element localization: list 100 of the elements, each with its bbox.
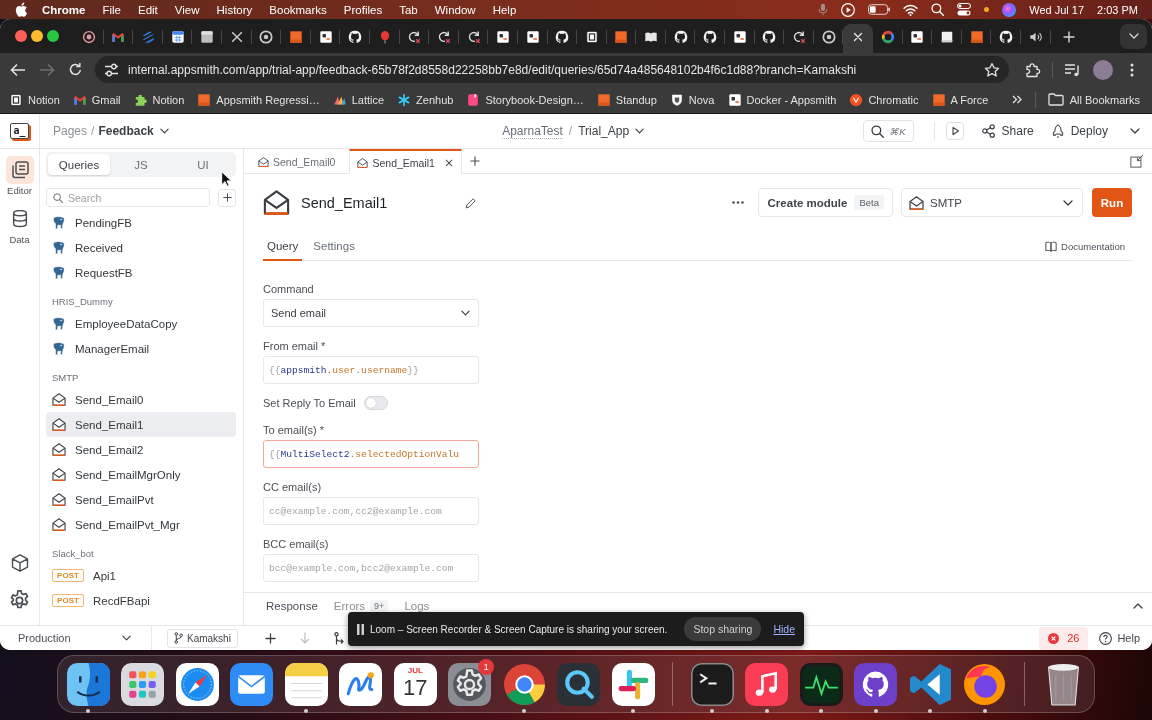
query-item[interactable]: ManagerEmail <box>46 336 236 361</box>
bookmark-item[interactable]: Nova <box>669 92 715 107</box>
address-bar[interactable]: internal.appsmith.com/app/trial-app/feedback-65b78f2d8558d22258bb7e8d/edit/queries/65d74a485648102b4f6c1d88?branch=Kamakshi <box>95 56 1009 83</box>
page-icon[interactable] <box>200 29 215 44</box>
menu-item[interactable]: Help <box>492 3 517 16</box>
editor-subtab[interactable]: Settings <box>309 232 359 261</box>
menu-item[interactable]: View <box>174 3 200 16</box>
query-item[interactable]: POST Api1 <box>46 563 236 588</box>
color-ring-icon[interactable] <box>502 662 546 706</box>
bookmark-item[interactable]: Standup <box>596 92 657 107</box>
bookmark-item[interactable]: Gmail <box>72 92 121 107</box>
tile-icon[interactable] <box>525 29 540 44</box>
plus-icon[interactable] <box>264 632 276 644</box>
run-button[interactable]: Run <box>1092 188 1132 217</box>
cube-icon[interactable] <box>9 553 30 573</box>
query-item[interactable]: POST RecdFBapi <box>46 588 236 613</box>
create-module-button[interactable]: Create module Beta <box>757 188 893 217</box>
star-icon[interactable] <box>984 61 1000 78</box>
query-item[interactable]: Send_Email0 <box>46 387 236 412</box>
squiggle-icon[interactable] <box>339 662 383 706</box>
reload-error-icon[interactable] <box>792 29 807 44</box>
battery-icon[interactable] <box>868 4 891 15</box>
ring-icon[interactable] <box>821 29 836 44</box>
pencil-icon[interactable] <box>465 196 477 209</box>
menu-item[interactable]: File <box>102 3 121 16</box>
chevron-down-icon[interactable] <box>1130 128 1140 134</box>
pulse-graph-icon[interactable] <box>799 662 843 706</box>
help-button[interactable]: Help <box>1099 631 1140 645</box>
text-input-field[interactable]: cc@example.com,cc2@example.com <box>263 497 479 525</box>
music-note-icon[interactable] <box>745 662 789 706</box>
query-item[interactable]: Send_EmailPvt_Mgr <box>46 512 236 537</box>
merge-icon[interactable] <box>333 631 345 645</box>
puzzle-icon[interactable] <box>1025 61 1041 78</box>
play-circle-icon[interactable] <box>841 2 856 17</box>
avatar[interactable] <box>1093 59 1113 80</box>
cat-icon[interactable] <box>762 29 777 44</box>
square-icon[interactable] <box>614 29 629 44</box>
share-button[interactable]: Share <box>981 124 1034 138</box>
play-icon[interactable] <box>945 122 964 140</box>
documentation-link[interactable]: Documentation <box>1045 232 1132 260</box>
segment-tab[interactable]: JS <box>110 154 172 175</box>
cat-icon[interactable] <box>999 29 1014 44</box>
reload-error-icon[interactable] <box>407 29 422 44</box>
bookmark-item[interactable]: Chromatic <box>849 92 919 107</box>
menu-item[interactable]: Profiles <box>343 3 383 16</box>
stripes-icon[interactable] <box>141 29 155 44</box>
chevron-up-icon[interactable] <box>1133 603 1143 609</box>
select-field[interactable]: Send email <box>263 299 479 327</box>
cat-icon[interactable] <box>703 29 718 44</box>
window-zoom-icon[interactable] <box>47 30 59 42</box>
code-input-field[interactable]: {{appsmith.user.username}} <box>263 356 479 384</box>
app-logo[interactable]: a_ <box>10 123 29 139</box>
trash-icon[interactable] <box>1048 662 1080 706</box>
magnifier-icon[interactable] <box>557 662 601 706</box>
calendar-tile[interactable]: JUL 17 <box>393 662 437 706</box>
branch-button[interactable]: Kamakshi <box>167 628 238 648</box>
menu-item[interactable]: Window <box>434 3 476 16</box>
reload-icon[interactable] <box>68 62 83 77</box>
query-item[interactable]: Send_EmailPvt <box>46 487 236 512</box>
hash-icon[interactable] <box>611 662 655 706</box>
tile-icon[interactable] <box>496 29 511 44</box>
square-icon[interactable] <box>969 29 984 44</box>
environment-select[interactable]: Production <box>0 626 152 650</box>
query-item[interactable]: Send_EmailMgrOnly <box>46 462 236 487</box>
cat-icon[interactable] <box>555 29 570 44</box>
workspace-link[interactable]: AparnaTest <box>502 123 563 139</box>
terminal-icon[interactable] <box>690 662 734 706</box>
stop-sharing-button[interactable]: Stop sharing <box>684 617 762 641</box>
app-grid-icon[interactable] <box>121 662 165 706</box>
reload-error-icon[interactable] <box>436 29 451 44</box>
wifi-icon[interactable] <box>903 3 919 16</box>
cat-icon[interactable] <box>854 662 898 706</box>
ribbon-icon[interactable] <box>908 662 952 706</box>
deploy-button[interactable]: Deploy <box>1051 124 1108 138</box>
query-tab[interactable]: Send_Email1 <box>349 149 462 174</box>
apple-icon[interactable] <box>15 2 27 17</box>
query-item[interactable]: RequestFB <box>46 260 236 285</box>
page-selector[interactable]: Feedback <box>98 124 169 138</box>
outlined-tile-icon[interactable] <box>584 29 599 44</box>
color-ring-icon[interactable] <box>880 29 895 44</box>
window-close-icon[interactable] <box>15 30 27 42</box>
notepad-icon[interactable] <box>284 662 328 706</box>
search-button[interactable]: ⌘K <box>863 120 914 142</box>
search-icon[interactable] <box>931 3 945 16</box>
book-icon[interactable] <box>644 29 659 44</box>
panel-tab[interactable]: Response <box>266 598 318 613</box>
bookmark-item[interactable]: Appsmith Regressi… <box>197 92 320 107</box>
tab-list-button[interactable] <box>1120 23 1147 49</box>
reload-error-icon[interactable] <box>466 29 481 44</box>
active-tab[interactable] <box>843 24 874 53</box>
sidebar-tab[interactable]: Data <box>5 205 34 245</box>
bookmark-item[interactable]: Docker - Appsmith <box>727 92 837 107</box>
hide-link[interactable]: Hide <box>773 623 795 635</box>
bookmark-item[interactable]: Lattice <box>332 92 385 107</box>
chevron-double-right-icon[interactable] <box>1011 95 1022 104</box>
plus-icon[interactable] <box>469 156 480 166</box>
segment-tab[interactable]: Queries <box>48 154 110 175</box>
window-minimize-icon[interactable] <box>31 30 43 42</box>
tile-icon[interactable] <box>732 29 747 44</box>
envelope-icon[interactable] <box>230 662 274 706</box>
